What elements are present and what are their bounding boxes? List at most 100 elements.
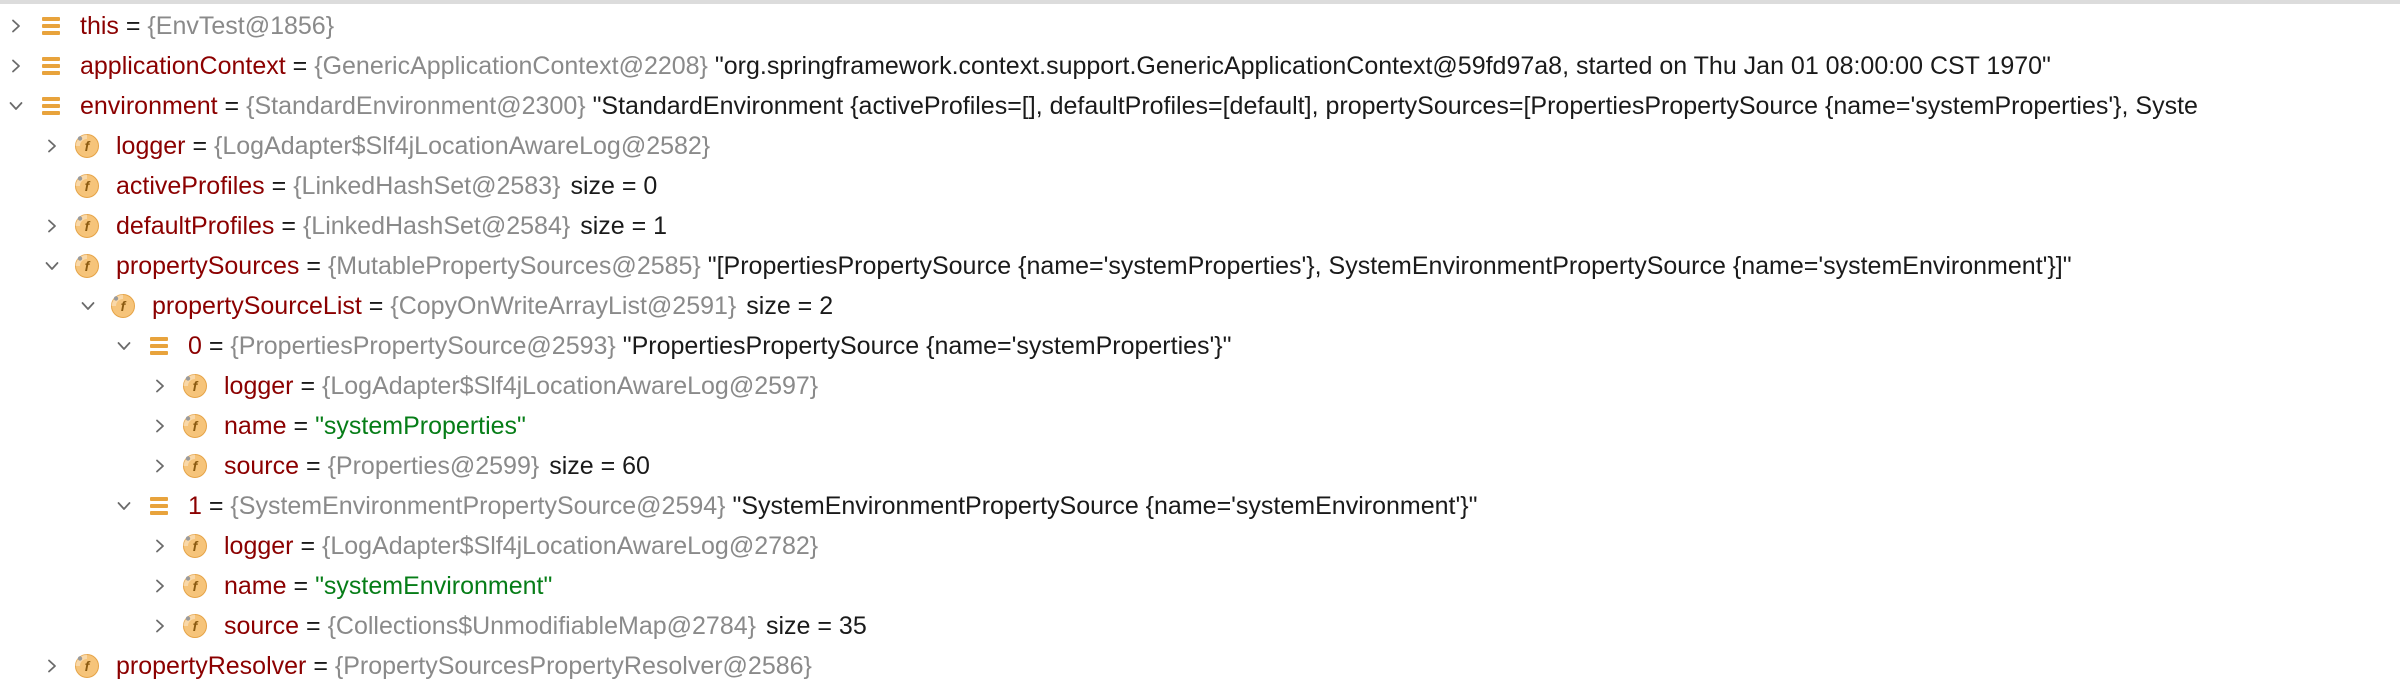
equals-sign: =: [208, 492, 224, 520]
field-icon: f: [182, 573, 208, 599]
tree-row[interactable]: f propertySourceList = {CopyOnWriteArrayL…: [0, 286, 2400, 326]
chevron-down-icon[interactable]: [76, 286, 100, 326]
equals-sign: =: [306, 612, 321, 640]
field-icon: f: [74, 133, 100, 159]
tree-row-content: logger = {LogAdapter$Slf4jLocationAwareL…: [116, 126, 710, 166]
tree-row[interactable]: f logger = {LogAdapter$Slf4jLocationAware…: [0, 526, 2400, 566]
equals-sign: =: [306, 252, 321, 280]
tree-row[interactable]: f propertySources = {MutablePropertySourc…: [0, 246, 2400, 286]
field-icon: f: [74, 253, 100, 279]
equals-sign: =: [292, 52, 308, 80]
chevron-right-icon[interactable]: [40, 646, 64, 686]
variable-name: propertySourceList: [152, 292, 362, 320]
object-reference: {LinkedHashSet@2584}: [302, 212, 571, 240]
field-icon: f: [182, 413, 208, 439]
collection-size: size = 60: [549, 452, 650, 480]
equals-sign: =: [300, 372, 316, 400]
variable-name: this: [80, 12, 119, 40]
equals-sign: =: [208, 332, 224, 360]
object-reference: {MutablePropertySources@2585}: [327, 252, 701, 280]
object-list-icon: [146, 333, 172, 359]
variable-name: propertyResolver: [116, 652, 307, 680]
collection-size: size = 0: [570, 172, 658, 200]
equals-sign: =: [300, 532, 316, 560]
equals-sign: =: [192, 132, 208, 160]
chevron-down-icon[interactable]: [4, 86, 28, 126]
object-reference: {GenericApplicationContext@2208}: [314, 52, 708, 80]
chevron-right-icon[interactable]: [148, 606, 172, 646]
tree-row[interactable]: f name = "systemProperties": [0, 406, 2400, 446]
panel-top-border: [0, 0, 2400, 4]
equals-sign: =: [125, 12, 141, 40]
tree-row[interactable]: f propertyResolver = {PropertySourcesProp…: [0, 646, 2400, 686]
variable-name: logger: [224, 532, 294, 560]
tree-row[interactable]: f logger = {LogAdapter$Slf4jLocationAware…: [0, 366, 2400, 406]
variable-name: name: [224, 572, 287, 600]
tree-row-content: source = {Properties@2599} size = 60: [224, 446, 650, 486]
equals-sign: =: [293, 572, 309, 600]
tree-row[interactable]: f source = {Properties@2599} size = 60: [0, 446, 2400, 486]
chevron-down-icon[interactable]: [112, 486, 136, 526]
chevron-right-icon[interactable]: [148, 366, 172, 406]
object-reference: {PropertiesPropertySource@2593}: [230, 332, 616, 360]
tree-row[interactable]: this = {EnvTest@1856}: [0, 6, 2400, 46]
tree-row-content: propertySources = {MutablePropertySource…: [116, 246, 2072, 286]
tree-row[interactable]: 1 = {SystemEnvironmentPropertySource@259…: [0, 486, 2400, 526]
field-icon: f: [74, 173, 100, 199]
tree-row[interactable]: applicationContext = {GenericApplication…: [0, 46, 2400, 86]
equals-sign: =: [313, 652, 328, 680]
tree-row-content: name = "systemEnvironment": [224, 566, 552, 606]
chevron-right-icon[interactable]: [148, 446, 172, 486]
string-value: "systemProperties": [315, 412, 526, 440]
equals-sign: =: [224, 92, 240, 120]
collection-size: size = 1: [580, 212, 668, 240]
tree-row[interactable]: 0 = {PropertiesPropertySource@2593} "Pro…: [0, 326, 2400, 366]
tree-row-content: 0 = {PropertiesPropertySource@2593} "Pro…: [188, 326, 1232, 366]
object-reference: {Collections$UnmodifiableMap@2784}: [327, 612, 756, 640]
tree-row[interactable]: f name = "systemEnvironment": [0, 566, 2400, 606]
tostring-value: "SystemEnvironmentPropertySource {name='…: [732, 492, 1478, 520]
variable-name: defaultProfiles: [116, 212, 275, 240]
tree-row-content: defaultProfiles = {LinkedHashSet@2584} si…: [116, 206, 667, 246]
tree-row-content: activeProfiles = {LinkedHashSet@2583} siz…: [116, 166, 657, 206]
chevron-right-icon[interactable]: [148, 406, 172, 446]
variable-name: 1: [188, 492, 202, 520]
tree-row-content: name = "systemProperties": [224, 406, 526, 446]
chevron-right-icon[interactable]: [148, 566, 172, 606]
field-icon: f: [182, 373, 208, 399]
tree-row-content: applicationContext = {GenericApplication…: [80, 46, 2051, 86]
chevron-right-icon[interactable]: [40, 126, 64, 166]
tree-row[interactable]: f activeProfiles = {LinkedHashSet@2583} si…: [0, 166, 2400, 206]
variable-name: logger: [224, 372, 294, 400]
object-reference: {EnvTest@1856}: [147, 12, 335, 40]
tree-row-content: propertySourceList = {CopyOnWriteArrayLi…: [152, 286, 833, 326]
variable-name: propertySources: [116, 252, 300, 280]
chevron-down-icon[interactable]: [112, 326, 136, 366]
object-reference: {Properties@2599}: [327, 452, 540, 480]
chevron-down-icon[interactable]: [40, 246, 64, 286]
equals-sign: =: [368, 292, 384, 320]
tree-row[interactable]: f logger = {LogAdapter$Slf4jLocationAware…: [0, 126, 2400, 166]
field-icon: f: [74, 653, 100, 679]
object-reference: {LogAdapter$Slf4jLocationAwareLog@2582}: [214, 132, 711, 160]
tree-row-content: 1 = {SystemEnvironmentPropertySource@259…: [188, 486, 1477, 526]
chevron-right-icon[interactable]: [148, 526, 172, 566]
object-list-icon: [38, 53, 64, 79]
chevron-right-icon[interactable]: [40, 206, 64, 246]
object-reference: {StandardEnvironment@2300}: [246, 92, 586, 120]
chevron-right-icon[interactable]: [4, 6, 28, 46]
object-reference: {LogAdapter$Slf4jLocationAwareLog@2597}: [322, 372, 819, 400]
variable-name: name: [224, 412, 287, 440]
tree-row[interactable]: environment = {StandardEnvironment@2300}…: [0, 86, 2400, 126]
variables-tree: this = {EnvTest@1856} applicationContext …: [0, 6, 2400, 686]
equals-sign: =: [271, 172, 287, 200]
variable-name: source: [224, 452, 300, 480]
tree-row[interactable]: f source = {Collections$UnmodifiableMap@2…: [0, 606, 2400, 646]
tostring-value: "PropertiesPropertySource {name='systemP…: [622, 332, 1232, 360]
object-reference: {LogAdapter$Slf4jLocationAwareLog@2782}: [322, 532, 819, 560]
chevron-right-icon[interactable]: [4, 46, 28, 86]
equals-sign: =: [293, 412, 309, 440]
field-icon: f: [74, 213, 100, 239]
object-list-icon: [38, 13, 64, 39]
tree-row[interactable]: f defaultProfiles = {LinkedHashSet@2584} s…: [0, 206, 2400, 246]
